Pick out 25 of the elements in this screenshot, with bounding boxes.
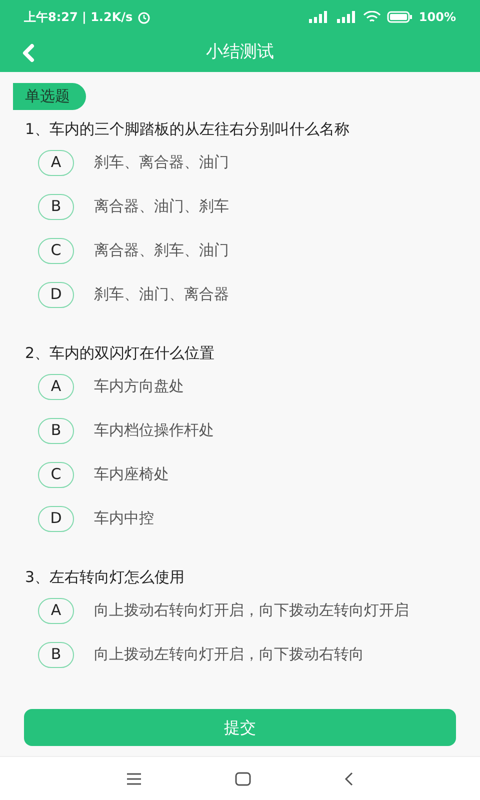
answer-option[interactable]: B 离合器、油门、刹车 [0, 184, 480, 228]
answer-option[interactable]: A 刹车、离合器、油门 [0, 140, 480, 184]
section-tag: 单选题 [13, 83, 86, 110]
answer-option[interactable]: C 车内座椅处 [0, 452, 480, 496]
signal-icon [306, 11, 329, 23]
home-icon[interactable] [234, 772, 251, 786]
page-title: 小结测试 [206, 41, 274, 64]
menu-icon[interactable] [126, 772, 142, 784]
question-title: 1、车内的三个脚踏板的从左往右分别叫什么名称 [25, 118, 351, 140]
answer-option[interactable]: B 车内档位操作杆处 [0, 408, 480, 452]
answer-option[interactable]: C 离合器、刹车、油门 [0, 228, 480, 272]
battery-icon [386, 11, 413, 23]
wifi-icon [362, 10, 381, 24]
back-icon[interactable] [344, 772, 354, 786]
question-title: 2、车内的双闪灯在什么位置 [25, 342, 216, 364]
signal-icon [334, 11, 357, 23]
answer-option[interactable]: D 刹车、油门、离合器 [0, 272, 480, 316]
question-title: 3、左右转向灯怎么使用 [25, 566, 186, 588]
answer-option[interactable]: B 向上拨动左转向灯开启，向下拨动右转向 [0, 632, 480, 676]
answer-option[interactable]: A 向上拨动右转向灯开启，向下拨动左转向灯开启 [0, 588, 480, 632]
status-time: 上午8:27 | 1.2K/s [24, 9, 133, 26]
answer-option[interactable]: A 车内方向盘处 [0, 364, 480, 408]
alarm-icon [136, 10, 151, 24]
answer-option[interactable]: D 车内中控 [0, 496, 480, 540]
battery-level: 100% [418, 9, 456, 26]
